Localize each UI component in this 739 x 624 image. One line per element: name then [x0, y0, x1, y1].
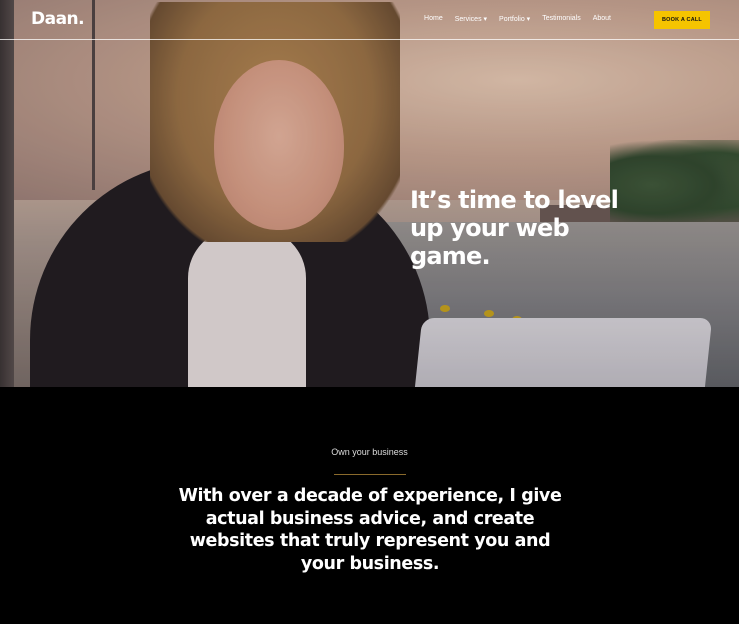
nav-item-about[interactable]: About — [593, 15, 611, 23]
intro-section: Own your business With over a decade of … — [0, 387, 739, 624]
site-logo[interactable]: Daan. — [31, 9, 85, 29]
nav-item-services[interactable]: Services ▾ — [455, 15, 487, 23]
nav-item-testimonials[interactable]: Testimonials — [542, 15, 581, 23]
hero-section: Daan. Home Services ▾ Portfolio ▾ Testim… — [0, 0, 739, 387]
top-navigation: Daan. Home Services ▾ Portfolio ▾ Testim… — [0, 0, 739, 40]
book-a-call-button[interactable]: BOOK A CALL — [654, 11, 710, 29]
hero-headline: It’s time to level up your web game. — [410, 186, 619, 270]
nav-menu: Home Services ▾ Portfolio ▾ Testimonials… — [424, 15, 611, 23]
intro-divider — [334, 474, 406, 475]
nav-item-home[interactable]: Home — [424, 15, 443, 23]
intro-statement: With over a decade of experience, I give… — [178, 486, 562, 574]
intro-eyebrow: Own your business — [331, 447, 408, 457]
nav-item-portfolio[interactable]: Portfolio ▾ — [499, 15, 530, 23]
